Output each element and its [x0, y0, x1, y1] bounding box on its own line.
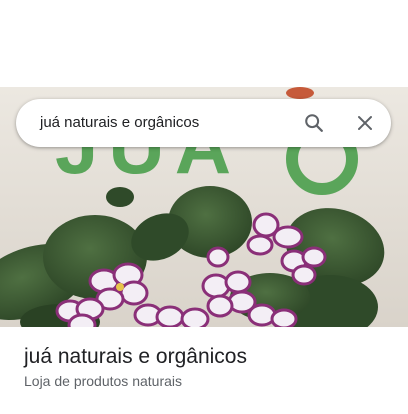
- place-title: juá naturais e orgânicos: [24, 345, 247, 368]
- place-category: Loja de produtos naturais: [24, 373, 182, 389]
- search-bar[interactable]: juá naturais e orgânicos: [16, 99, 391, 147]
- place-screen: JUÁ: [0, 0, 408, 414]
- place-info: juá naturais e orgânicos Loja de produto…: [24, 343, 394, 390]
- close-icon[interactable]: [350, 108, 380, 138]
- search-icon[interactable]: [299, 108, 329, 138]
- search-input[interactable]: juá naturais e orgânicos: [40, 99, 199, 147]
